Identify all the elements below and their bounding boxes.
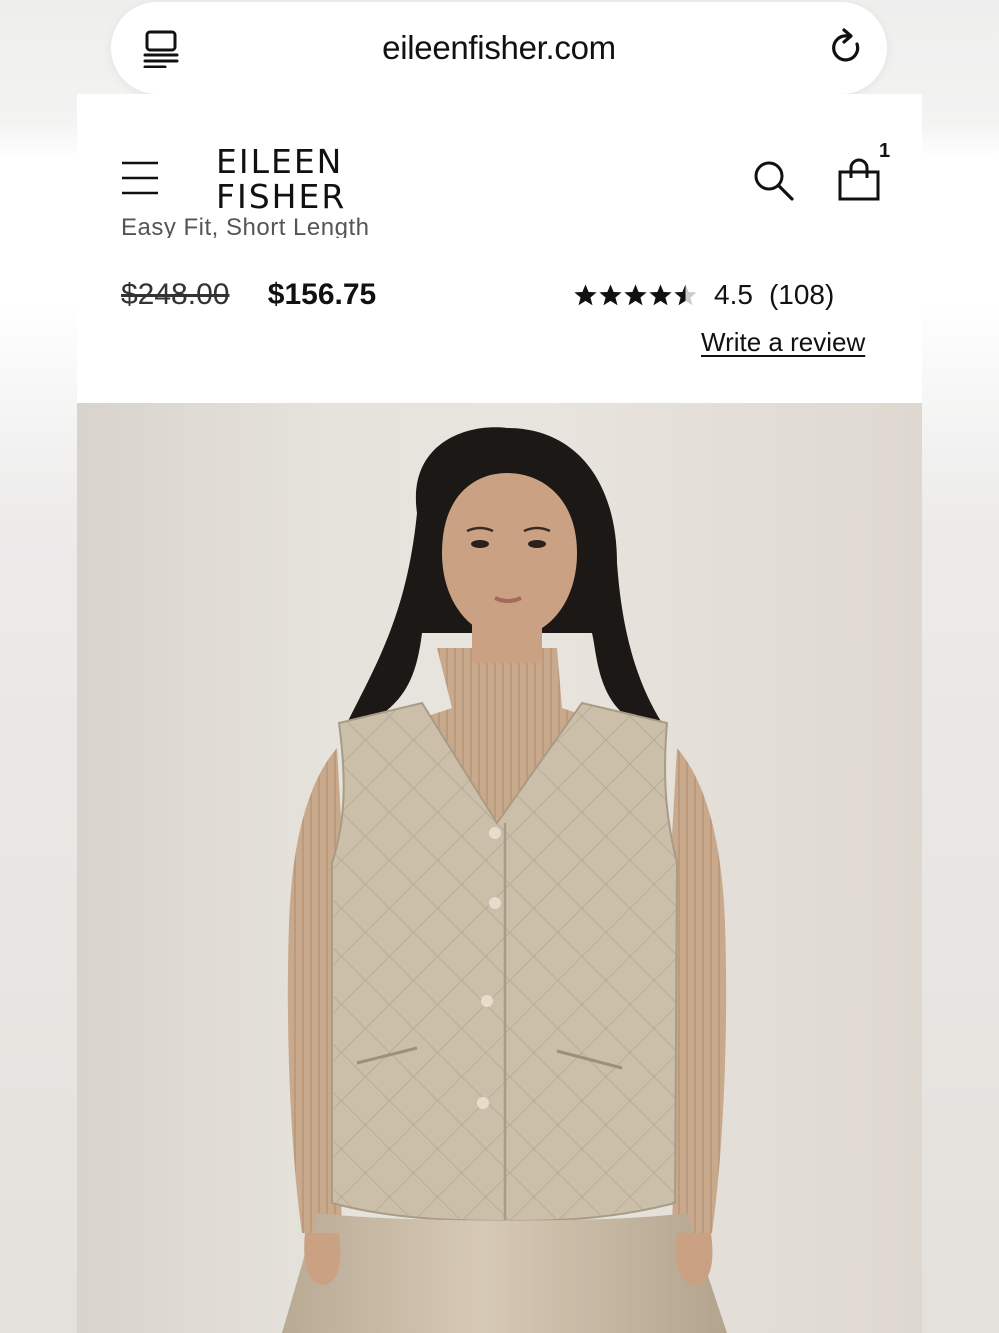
star-icon <box>598 283 623 308</box>
logo-line-2: FISHER <box>216 177 347 216</box>
star-icon <box>648 283 673 308</box>
search-icon[interactable] <box>753 160 795 202</box>
star-rating <box>573 283 698 308</box>
site-header: EILEEN FISHER 1 <box>77 94 922 234</box>
review-count: (108) <box>768 279 835 310</box>
brand-logo[interactable]: EILEEN FISHER <box>216 144 346 214</box>
star-icon <box>673 283 698 308</box>
sale-price: $156.75 <box>267 278 377 311</box>
url-text[interactable]: eileenfisher.com <box>382 29 616 67</box>
hamburger-menu-icon[interactable] <box>121 160 159 196</box>
product-photo[interactable] <box>77 403 922 1333</box>
shopping-bag-icon[interactable] <box>837 156 883 202</box>
rating-score: 4.5 <box>714 279 753 310</box>
original-price: $248.00 <box>121 278 230 311</box>
rating-summary[interactable]: 4.5 (108) <box>573 278 834 312</box>
star-icon <box>623 283 648 308</box>
browser-url-bar[interactable]: eileenfisher.com <box>111 2 887 94</box>
product-page: EILEEN FISHER 1 Easy Fit, Short Length $… <box>77 94 922 403</box>
write-review-link[interactable]: Write a review <box>701 326 865 358</box>
cart-count-badge: 1 <box>879 140 891 162</box>
product-subtitle: Easy Fit, Short Length <box>121 214 370 238</box>
price-block: $248.00 $156.75 <box>121 278 376 312</box>
reader-mode-icon[interactable] <box>143 30 179 68</box>
reload-icon[interactable] <box>829 28 865 68</box>
logo-line-1: EILEEN <box>216 142 344 181</box>
star-icon <box>573 283 598 308</box>
